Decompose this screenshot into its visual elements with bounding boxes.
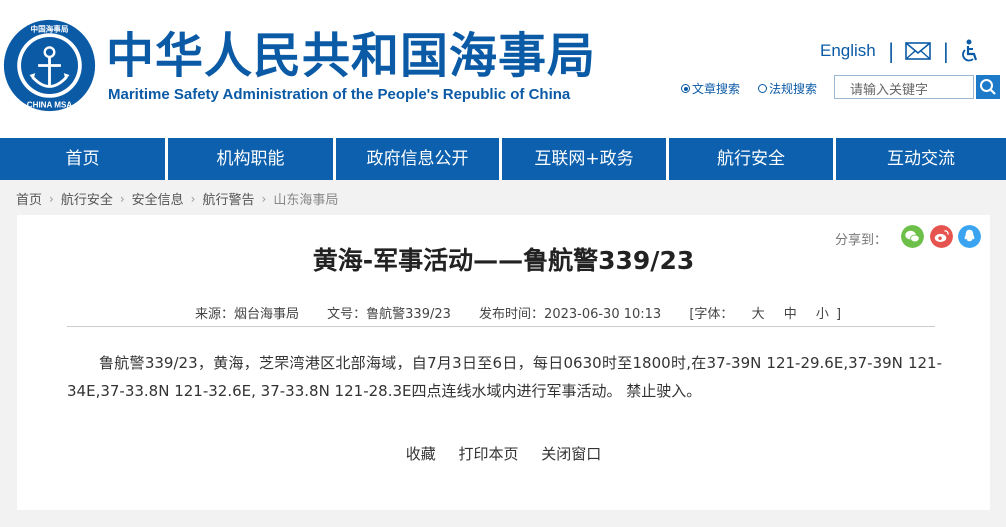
article-published: 发布时间：2023-06-30 10:13: [479, 307, 662, 322]
breadcrumb: 首页 › 航行安全 › 安全信息 › 航行警告 › 山东海事局: [16, 189, 338, 209]
nav-item-interaction[interactable]: 互动交流: [836, 138, 1006, 180]
article-panel: 分享到： 黄海-军事活动——鲁航警339/23 来源：烟台海事局 文号：鲁航警3…: [17, 215, 990, 510]
nav-item-internet-gov[interactable]: 互联网+政务: [502, 138, 666, 180]
site-subtitle: Maritime Safety Administration of the Pe…: [108, 86, 571, 103]
nav-item-home[interactable]: 首页: [0, 138, 165, 180]
search-icon[interactable]: [976, 75, 1000, 99]
radio-checked-icon[interactable]: [681, 84, 690, 93]
search-option-law[interactable]: 法规搜索: [758, 80, 817, 97]
breadcrumb-home[interactable]: 首页: [16, 189, 42, 208]
msa-logo[interactable]: 中国海事局 CHINA MSA: [2, 18, 97, 113]
article-doc-no: 文号：鲁航警339/23: [327, 307, 451, 322]
search-option-article[interactable]: 文章搜索: [681, 80, 740, 97]
font-medium-button[interactable]: 中: [784, 307, 797, 322]
chevron-right-icon: ›: [49, 191, 54, 206]
site-header: 中国海事局 CHINA MSA 中华人民共和国海事局 Maritime Safe…: [0, 0, 1006, 138]
nav-item-functions[interactable]: 机构职能: [168, 138, 333, 180]
search-input[interactable]: 请输入关键字: [834, 75, 974, 99]
search-option-article-label: 文章搜索: [692, 82, 741, 96]
article-source: 来源：烟台海事局: [195, 307, 300, 322]
site-title: 中华人民共和国海事局: [106, 28, 597, 84]
tools-separator-2: |: [942, 39, 950, 63]
nav-item-gov-info[interactable]: 政府信息公开: [336, 138, 499, 180]
font-small-button[interactable]: 小: [816, 307, 829, 322]
font-close: ]: [836, 307, 842, 322]
nav-item-nav-safety[interactable]: 航行安全: [669, 138, 833, 180]
print-button[interactable]: 打印本页: [458, 445, 518, 463]
search-option-law-label: 法规搜索: [769, 82, 818, 96]
tools-separator: |: [887, 39, 895, 63]
breadcrumb-shandong[interactable]: 山东海事局: [273, 189, 338, 208]
logo-text-bottom: CHINA MSA: [27, 100, 73, 109]
breadcrumb-safety-info[interactable]: 安全信息: [132, 189, 184, 208]
favorite-button[interactable]: 收藏: [406, 445, 436, 463]
article-meta: 来源：烟台海事局 文号：鲁航警339/23 发布时间：2023-06-30 10…: [195, 303, 871, 322]
logo-text-top: 中国海事局: [31, 23, 69, 33]
main-nav: 首页 机构职能 政府信息公开 互联网+政务 航行安全 互动交流: [0, 138, 1006, 180]
font-size-control: [字体： 大 中 小 ]: [689, 307, 847, 322]
article-actions: 收藏 打印本页 关闭窗口: [17, 443, 990, 464]
divider: [67, 326, 935, 327]
breadcrumb-nav-safety[interactable]: 航行安全: [61, 189, 113, 208]
font-label: [字体：: [689, 307, 734, 322]
radio-unchecked-icon[interactable]: [758, 84, 767, 93]
chevron-right-icon: ›: [190, 191, 196, 206]
english-link[interactable]: English: [820, 41, 876, 61]
accessibility-icon[interactable]: [959, 39, 979, 63]
close-window-button[interactable]: 关闭窗口: [541, 445, 601, 463]
header-tools: English | |: [820, 36, 979, 66]
article-body: 鲁航警339/23，黄海，芝罘湾港区北部海域，自7月3日至6日，每日0630时至…: [67, 354, 942, 400]
mail-icon[interactable]: [904, 42, 931, 60]
breadcrumb-nav-warnings[interactable]: 航行警告: [202, 189, 254, 208]
article-title: 黄海-军事活动——鲁航警339/23: [312, 246, 695, 275]
chevron-right-icon: ›: [261, 191, 267, 206]
font-large-button[interactable]: 大: [752, 307, 765, 322]
chevron-right-icon: ›: [119, 191, 125, 206]
